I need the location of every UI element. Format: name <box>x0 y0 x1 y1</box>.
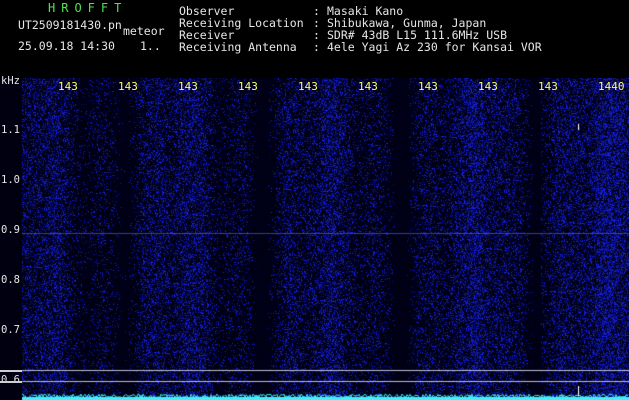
time-tick: 143 <box>238 80 258 93</box>
freq-tick: 0.7 <box>1 324 20 336</box>
time-tick: 143 <box>178 80 198 93</box>
antenna-sep: : <box>313 40 320 54</box>
baseline-marker <box>0 370 22 372</box>
axis-unit-label: kHz <box>1 75 20 87</box>
meteor-count: 1.. <box>140 39 161 53</box>
spectrogram-canvas <box>0 78 629 400</box>
time-tick: 143 <box>118 80 138 93</box>
antenna-value: 4ele Yagi Az 230 for Kansai VOR <box>327 40 542 54</box>
time-tick: 1440 <box>598 80 625 93</box>
antenna-label: Receiving Antenna <box>179 40 297 54</box>
header-panel: HROFFT UT2509181430.pn meteor 25.09.18 1… <box>0 0 629 78</box>
freq-tick: 0.8 <box>1 274 20 286</box>
brand-title: HROFFT <box>48 1 128 15</box>
freq-tick: 0.9 <box>1 224 20 236</box>
time-tick: 143 <box>538 80 558 93</box>
freq-tick: 1.1 <box>1 124 20 136</box>
freq-tick: 1.0 <box>1 174 20 186</box>
time-tick: 143 <box>298 80 318 93</box>
time-tick: 143 <box>418 80 438 93</box>
time-tick: 143 <box>358 80 378 93</box>
time-tick: 143 <box>478 80 498 93</box>
file-name: UT2509181430.pn <box>18 18 122 32</box>
date-time: 25.09.18 14:30 <box>18 39 115 53</box>
baseline-marker <box>0 381 22 383</box>
time-tick: 143 <box>58 80 78 93</box>
meteor-label: meteor <box>123 24 165 38</box>
